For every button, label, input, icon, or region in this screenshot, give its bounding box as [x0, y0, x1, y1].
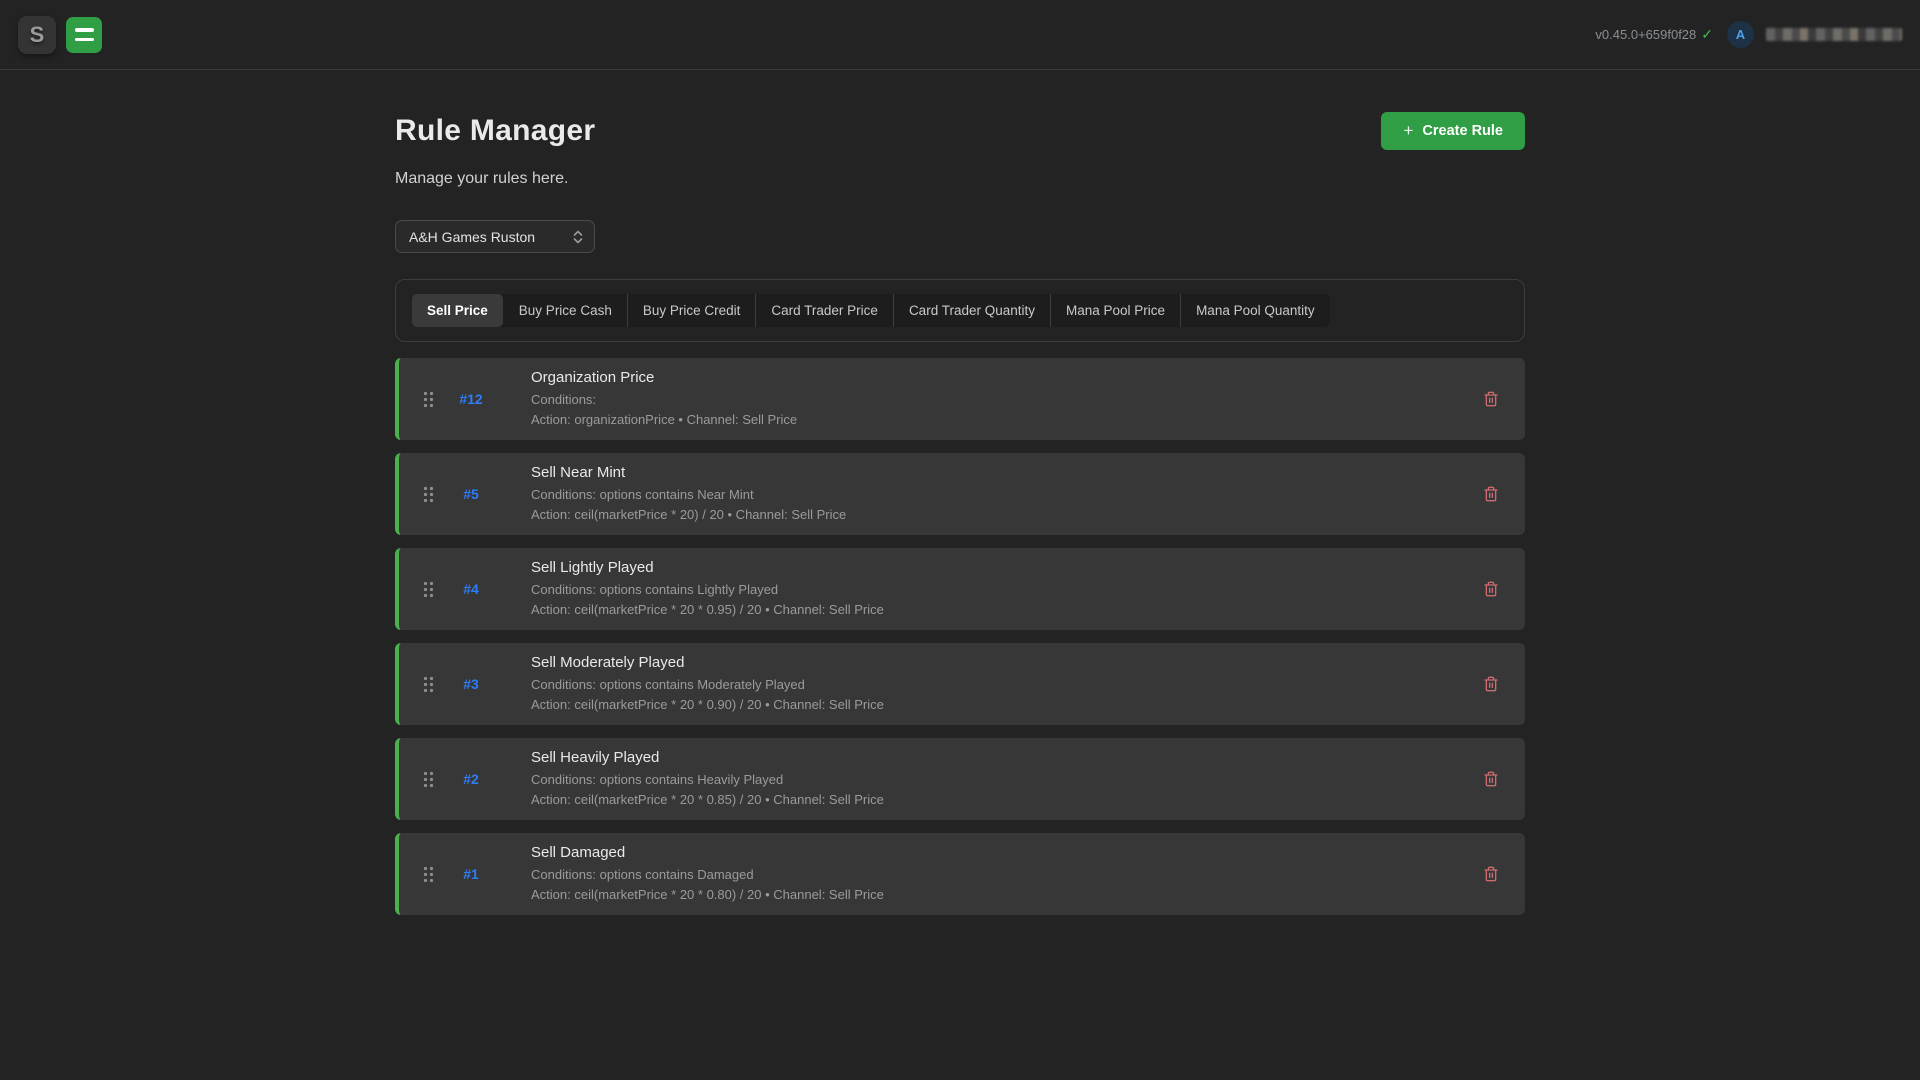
rule-body: Sell Lightly Played Conditions: options … [507, 559, 1483, 619]
rule-number: #4 [435, 581, 507, 597]
tab-buy-price-credit[interactable]: Buy Price Credit [627, 294, 756, 327]
rule-conditions: Conditions: options contains Near Mint [531, 485, 1483, 505]
drag-handle-icon[interactable] [421, 391, 435, 408]
trash-icon [1483, 771, 1499, 787]
user-email-redacted [1766, 28, 1902, 41]
delete-rule-button[interactable] [1483, 391, 1499, 407]
rule-body: Sell Near Mint Conditions: options conta… [507, 464, 1483, 524]
rule-number: #1 [435, 866, 507, 882]
tab-sell-price[interactable]: Sell Price [412, 294, 503, 327]
tab-card-trader-quantity[interactable]: Card Trader Quantity [893, 294, 1050, 327]
delete-rule-button[interactable] [1483, 866, 1499, 882]
channel-tab-strip: Sell Price Buy Price Cash Buy Price Cred… [412, 294, 1330, 327]
page-subtitle: Manage your rules here. [395, 170, 1525, 188]
chevron-up-down-icon [572, 229, 584, 245]
rule-card: #2 Sell Heavily Played Conditions: optio… [395, 738, 1525, 820]
rule-title: Sell Damaged [531, 844, 1483, 861]
version-label: v0.45.0+659f0f28 [1595, 27, 1696, 42]
rule-title: Sell Moderately Played [531, 654, 1483, 671]
rule-card: #4 Sell Lightly Played Conditions: optio… [395, 548, 1525, 630]
rule-card: #3 Sell Moderately Played Conditions: op… [395, 643, 1525, 725]
tab-card-trader-price[interactable]: Card Trader Price [755, 294, 893, 327]
rule-card: #1 Sell Damaged Conditions: options cont… [395, 833, 1525, 915]
trash-icon [1483, 866, 1499, 882]
drag-handle-icon[interactable] [421, 581, 435, 598]
rule-card: #12 Organization Price Conditions: Actio… [395, 358, 1525, 440]
rule-action: Action: ceil(marketPrice * 20 * 0.95) / … [531, 600, 1483, 620]
rule-conditions: Conditions: options contains Moderately … [531, 675, 1483, 695]
store-select-value: A&H Games Ruston [409, 229, 572, 245]
tab-buy-price-cash[interactable]: Buy Price Cash [503, 294, 627, 327]
hamburger-icon [75, 28, 94, 32]
hamburger-icon [75, 38, 94, 42]
trash-icon [1483, 486, 1499, 502]
rule-action: Action: ceil(marketPrice * 20) / 20 • Ch… [531, 505, 1483, 525]
trash-icon [1483, 391, 1499, 407]
avatar-initial: A [1736, 27, 1745, 42]
check-icon: ✓ [1701, 26, 1713, 43]
rule-number: #5 [435, 486, 507, 502]
channel-tabs-container: Sell Price Buy Price Cash Buy Price Cred… [395, 279, 1525, 342]
page-head: Rule Manager + Create Rule [395, 112, 1525, 150]
rule-conditions: Conditions: [531, 390, 1483, 410]
rule-conditions: Conditions: options contains Heavily Pla… [531, 770, 1483, 790]
delete-rule-button[interactable] [1483, 771, 1499, 787]
app-header: S v0.45.0+659f0f28 ✓ A [0, 0, 1920, 70]
drag-handle-icon[interactable] [421, 486, 435, 503]
rule-action: Action: ceil(marketPrice * 20 * 0.90) / … [531, 695, 1483, 715]
plus-icon: + [1403, 121, 1413, 141]
trash-icon [1483, 676, 1499, 692]
main-content: Rule Manager + Create Rule Manage your r… [395, 70, 1525, 915]
rule-body: Sell Moderately Played Conditions: optio… [507, 654, 1483, 714]
rule-title: Sell Near Mint [531, 464, 1483, 481]
rule-number: #12 [435, 391, 507, 407]
delete-rule-button[interactable] [1483, 676, 1499, 692]
delete-rule-button[interactable] [1483, 581, 1499, 597]
tab-mana-pool-quantity[interactable]: Mana Pool Quantity [1180, 294, 1330, 327]
trash-icon [1483, 581, 1499, 597]
rule-action: Action: ceil(marketPrice * 20 * 0.85) / … [531, 790, 1483, 810]
hamburger-menu-button[interactable] [66, 17, 102, 53]
rule-conditions: Conditions: options contains Damaged [531, 865, 1483, 885]
drag-handle-icon[interactable] [421, 866, 435, 883]
tab-mana-pool-price[interactable]: Mana Pool Price [1050, 294, 1180, 327]
rule-card: #5 Sell Near Mint Conditions: options co… [395, 453, 1525, 535]
avatar[interactable]: A [1727, 21, 1754, 48]
rule-conditions: Conditions: options contains Lightly Pla… [531, 580, 1483, 600]
rule-title: Sell Lightly Played [531, 559, 1483, 576]
rule-title: Organization Price [531, 369, 1483, 386]
rule-body: Sell Heavily Played Conditions: options … [507, 749, 1483, 809]
rule-number: #3 [435, 676, 507, 692]
rule-action: Action: organizationPrice • Channel: Sel… [531, 410, 1483, 430]
rules-list: #12 Organization Price Conditions: Actio… [395, 358, 1525, 915]
drag-handle-icon[interactable] [421, 676, 435, 693]
create-rule-button[interactable]: + Create Rule [1381, 112, 1525, 150]
rule-body: Organization Price Conditions: Action: o… [507, 369, 1483, 429]
app-logo[interactable]: S [18, 16, 56, 54]
delete-rule-button[interactable] [1483, 486, 1499, 502]
rule-title: Sell Heavily Played [531, 749, 1483, 766]
rule-action: Action: ceil(marketPrice * 20 * 0.80) / … [531, 885, 1483, 905]
drag-handle-icon[interactable] [421, 771, 435, 788]
app-logo-letter: S [30, 22, 45, 48]
create-rule-label: Create Rule [1422, 123, 1503, 139]
page-title: Rule Manager [395, 114, 595, 148]
rule-body: Sell Damaged Conditions: options contain… [507, 844, 1483, 904]
rule-number: #2 [435, 771, 507, 787]
store-select[interactable]: A&H Games Ruston [395, 220, 595, 253]
